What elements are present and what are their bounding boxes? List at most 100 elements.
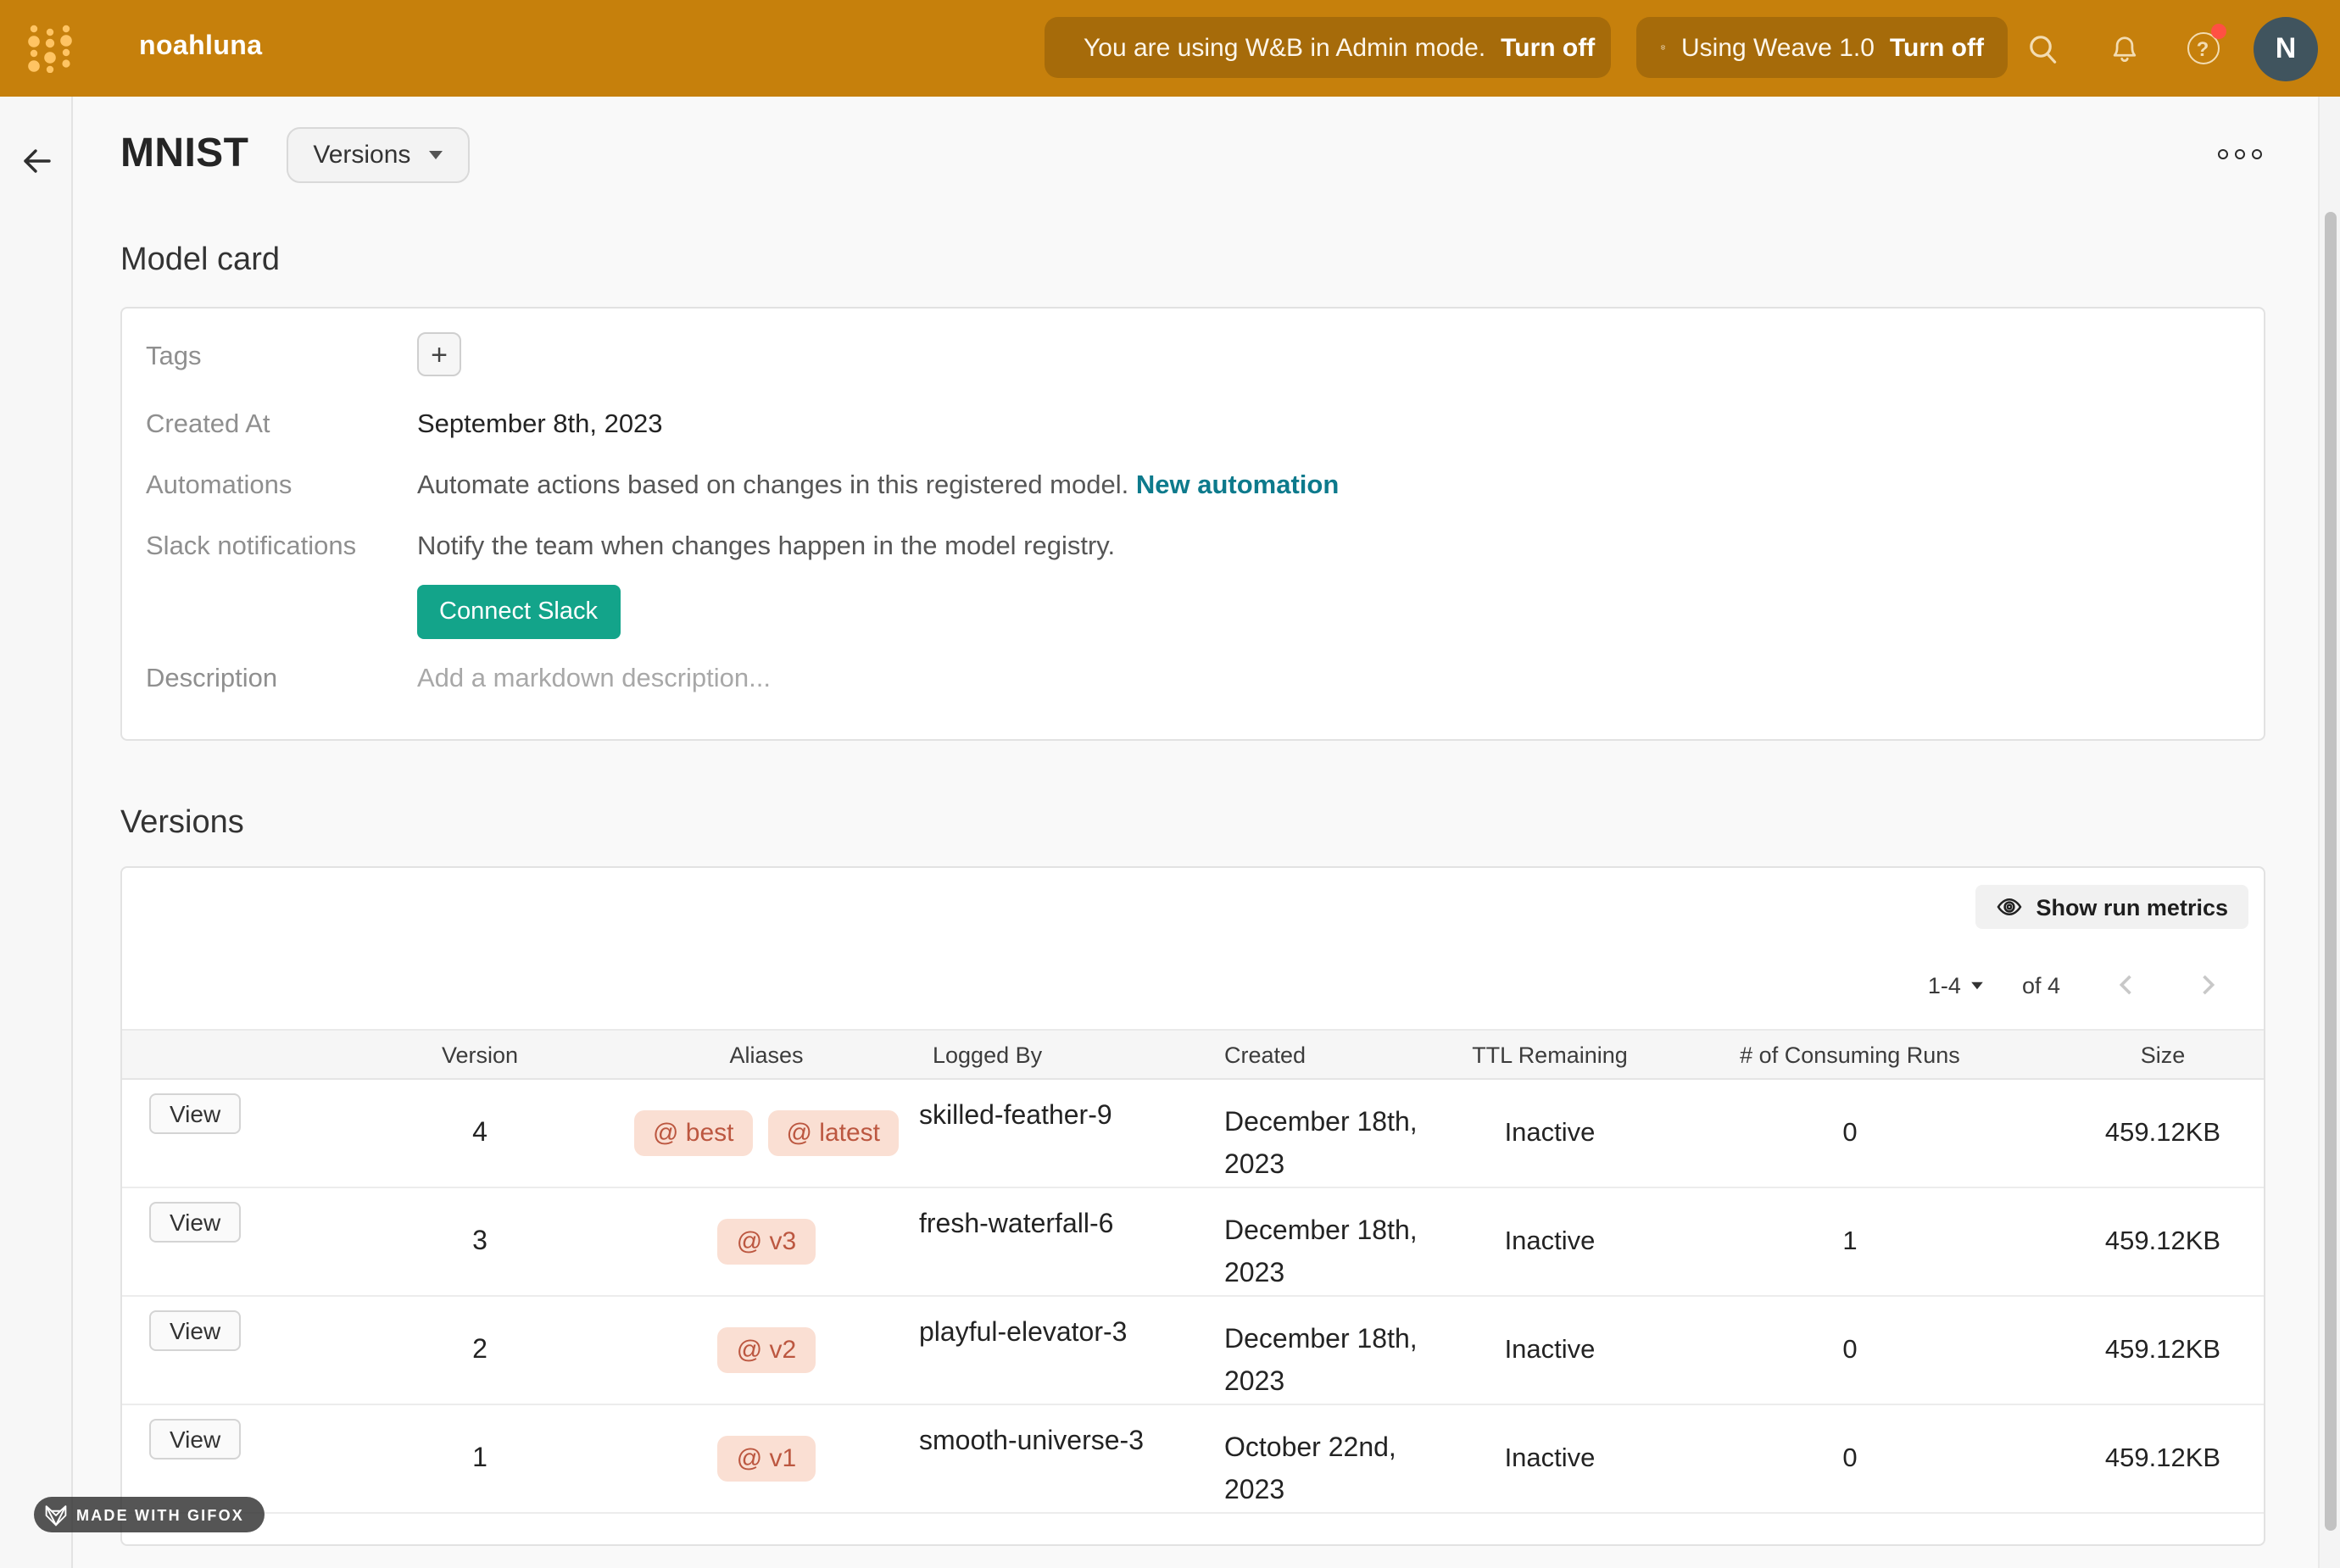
page-header: MNIST Versions	[120, 97, 2265, 212]
notification-dot	[2211, 23, 2226, 38]
model-card-title: Model card	[120, 242, 2265, 280]
column-header-ttl-remaining: TTL Remaining	[1462, 1042, 1638, 1067]
version-cell: 3	[343, 1188, 617, 1295]
ttl-remaining-cell: Inactive	[1462, 1188, 1638, 1295]
view-button[interactable]: View	[149, 1202, 241, 1243]
alias-badge[interactable]: @ best	[634, 1110, 753, 1156]
alias-badge[interactable]: @ v2	[718, 1327, 816, 1373]
column-header-size: Size	[2062, 1042, 2264, 1067]
ttl-remaining-cell: Inactive	[1462, 1080, 1638, 1187]
connect-slack-button[interactable]: Connect Slack	[417, 585, 620, 639]
logged-by-cell[interactable]: playful-elevator-3	[916, 1297, 1207, 1404]
page-total-label: of 4	[2022, 972, 2060, 998]
versions-dropdown[interactable]: Versions	[286, 126, 470, 182]
version-cell: 4	[343, 1080, 617, 1187]
more-options-button[interactable]	[2215, 139, 2265, 170]
previous-page-button[interactable]	[2111, 970, 2142, 1000]
admin-banner-text: You are using W&B in Admin mode.	[1084, 33, 1485, 62]
chevron-down-icon	[1972, 981, 1984, 989]
main-content: MNIST Versions Model card Tags + Created…	[73, 97, 2318, 1568]
model-card-panel: Tags + Created At September 8th, 2023 Au…	[120, 307, 2265, 741]
consuming-runs-cell: 0	[1638, 1080, 2062, 1187]
help-button[interactable]: ?	[2184, 30, 2221, 67]
logged-by-cell[interactable]: fresh-waterfall-6	[916, 1188, 1207, 1295]
gifox-watermark: MADE WITH GIFOX	[34, 1497, 265, 1532]
created-cell: December 18th, 2023	[1207, 1188, 1445, 1295]
scrollbar-thumb[interactable]	[2325, 212, 2337, 1531]
column-header-logged-by: Logged By	[916, 1042, 1207, 1067]
notifications-button[interactable]	[2106, 30, 2143, 67]
versions-section-title: Versions	[120, 805, 2265, 842]
show-run-metrics-label: Show run metrics	[2036, 894, 2228, 920]
ttl-remaining-cell: Inactive	[1462, 1405, 1638, 1512]
next-page-button[interactable]	[2192, 970, 2223, 1000]
page-title: MNIST	[120, 131, 248, 178]
chevron-left-icon	[2111, 970, 2142, 1000]
search-button[interactable]	[2025, 30, 2062, 67]
aliases-cell: @ v2	[617, 1297, 916, 1404]
logged-by-cell[interactable]: skilled-feather-9	[916, 1080, 1207, 1187]
created-cell: December 18th, 2023	[1207, 1297, 1445, 1404]
versions-panel: Show run metrics 1-4 of 4 Version	[120, 866, 2265, 1546]
version-cell: 1	[343, 1405, 617, 1512]
page-range-label: 1-4	[1928, 972, 1961, 998]
table-row: View 1 @ v1 smooth-universe-3 October 22…	[122, 1405, 2264, 1514]
table-row: View 4 @ best@ latest skilled-feather-9 …	[122, 1080, 2264, 1188]
show-run-metrics-button[interactable]: Show run metrics	[1975, 885, 2248, 929]
fox-icon	[44, 1503, 68, 1526]
page-scrollbar[interactable]	[2318, 97, 2340, 1568]
versions-dropdown-label: Versions	[313, 140, 410, 169]
created-cell: December 18th, 2023	[1207, 1080, 1445, 1187]
size-cell: 459.12KB	[2062, 1405, 2264, 1512]
created-cell: October 22nd, 2023	[1207, 1405, 1445, 1512]
add-tag-button[interactable]: +	[417, 332, 461, 376]
size-cell: 459.12KB	[2062, 1297, 2264, 1404]
created-at-value: September 8th, 2023	[417, 397, 2264, 441]
logged-by-cell[interactable]: smooth-universe-3	[916, 1405, 1207, 1512]
wandb-dots-logo[interactable]	[27, 22, 73, 73]
admin-mode-banner[interactable]: You are using W&B in Admin mode. Turn of…	[1045, 17, 1611, 78]
column-header-version: Version	[343, 1042, 617, 1067]
view-button[interactable]: View	[149, 1093, 241, 1134]
aliases-cell: @ v1	[617, 1405, 916, 1512]
search-icon	[2026, 31, 2060, 65]
view-button[interactable]: View	[149, 1419, 241, 1460]
arrow-left-icon	[19, 144, 53, 178]
ttl-remaining-cell: Inactive	[1462, 1297, 1638, 1404]
alias-badge[interactable]: @ latest	[768, 1110, 900, 1156]
created-at-label: Created At	[146, 397, 417, 441]
weave-banner[interactable]: Using Weave 1.0 Turn off	[1636, 17, 2008, 78]
eye-icon	[1995, 893, 2022, 920]
tags-label: Tags	[146, 329, 417, 373]
aliases-cell: @ best @ latest	[617, 1080, 916, 1187]
alias-badge[interactable]: @ v1	[718, 1436, 816, 1482]
weave-banner-text: Using Weave 1.0	[1681, 33, 1875, 62]
table-body: View 4 @ best@ latest skilled-feather-9 …	[122, 1080, 2264, 1514]
new-automation-link[interactable]: New automation	[1136, 471, 1339, 500]
slack-notifications-label: Slack notifications	[146, 519, 417, 563]
alias-badge[interactable]: @ v3	[718, 1219, 816, 1265]
column-header-aliases: Aliases	[617, 1042, 916, 1067]
top-navbar: noahluna You are using W&B in Admin mode…	[0, 0, 2340, 97]
versions-table: Version Aliases Logged By Created TTL Re…	[122, 1029, 2264, 1514]
view-button[interactable]: View	[149, 1310, 241, 1351]
consuming-runs-cell: 1	[1638, 1188, 2062, 1295]
weave-turn-off-button[interactable]: Turn off	[1890, 33, 1984, 62]
description-placeholder[interactable]: Add a markdown description...	[417, 651, 2264, 695]
consuming-runs-cell: 0	[1638, 1297, 2062, 1404]
bell-icon	[2108, 31, 2142, 65]
app-root: noahluna You are using W&B in Admin mode…	[0, 0, 2340, 1568]
aliases-cell: @ v3	[617, 1188, 916, 1295]
page-range-dropdown[interactable]: 1-4	[1928, 972, 1985, 998]
chevron-right-icon	[2192, 970, 2223, 1000]
size-cell: 459.12KB	[2062, 1188, 2264, 1295]
brand-name[interactable]: noahluna	[139, 32, 262, 63]
user-avatar[interactable]: N	[2254, 16, 2318, 81]
back-button[interactable]	[15, 141, 56, 181]
slack-notifications-text: Notify the team when changes happen in t…	[417, 532, 1115, 561]
admin-turn-off-button[interactable]: Turn off	[1501, 33, 1595, 62]
automations-label: Automations	[146, 458, 417, 502]
version-cell: 2	[343, 1297, 617, 1404]
column-header-created: Created	[1207, 1042, 1462, 1067]
size-cell: 459.12KB	[2062, 1080, 2264, 1187]
